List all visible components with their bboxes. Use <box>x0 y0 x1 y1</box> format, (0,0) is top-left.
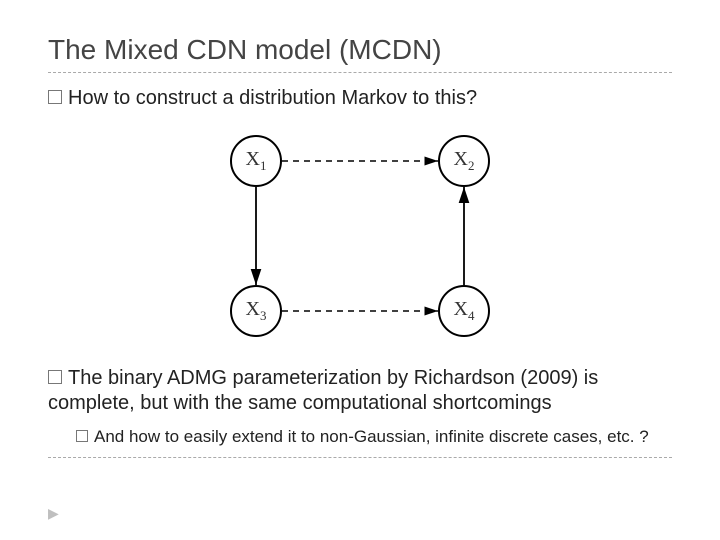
checkbox-icon <box>76 430 88 442</box>
node-x3-label: X3 <box>246 298 267 324</box>
node-x4-label: X4 <box>454 298 475 324</box>
slide: The Mixed CDN model (MCDN) How to constr… <box>0 0 720 540</box>
bullet-2-sub: And how to easily extend it to non-Gauss… <box>76 426 672 447</box>
bullet-1: How to construct a distribution Markov t… <box>48 87 672 110</box>
node-x3: X3 <box>230 285 282 337</box>
bullet-2: The binary ADMG parameterization by Rich… <box>48 366 672 416</box>
footer-divider <box>48 457 672 458</box>
node-x1-label: X1 <box>246 148 267 174</box>
title-divider <box>48 72 672 73</box>
checkbox-icon <box>48 90 62 104</box>
bullet-2-sub-text: And how to easily extend it to non-Gauss… <box>94 427 649 446</box>
checkbox-icon <box>48 370 62 384</box>
node-x2: X2 <box>438 135 490 187</box>
node-x4: X4 <box>438 285 490 337</box>
node-x2-label: X2 <box>454 148 475 174</box>
footer-arrow-icon: ▶ <box>48 505 59 522</box>
slide-title: The Mixed CDN model (MCDN) <box>48 34 672 66</box>
admg-diagram: X1 X2 X3 X4 <box>190 120 530 360</box>
bullet-2-text: The binary ADMG parameterization by Rich… <box>48 367 598 414</box>
node-x1: X1 <box>230 135 282 187</box>
bullet-1-text: How to construct a distribution Markov t… <box>68 87 477 109</box>
diagram-container: X1 X2 X3 X4 <box>48 120 672 360</box>
